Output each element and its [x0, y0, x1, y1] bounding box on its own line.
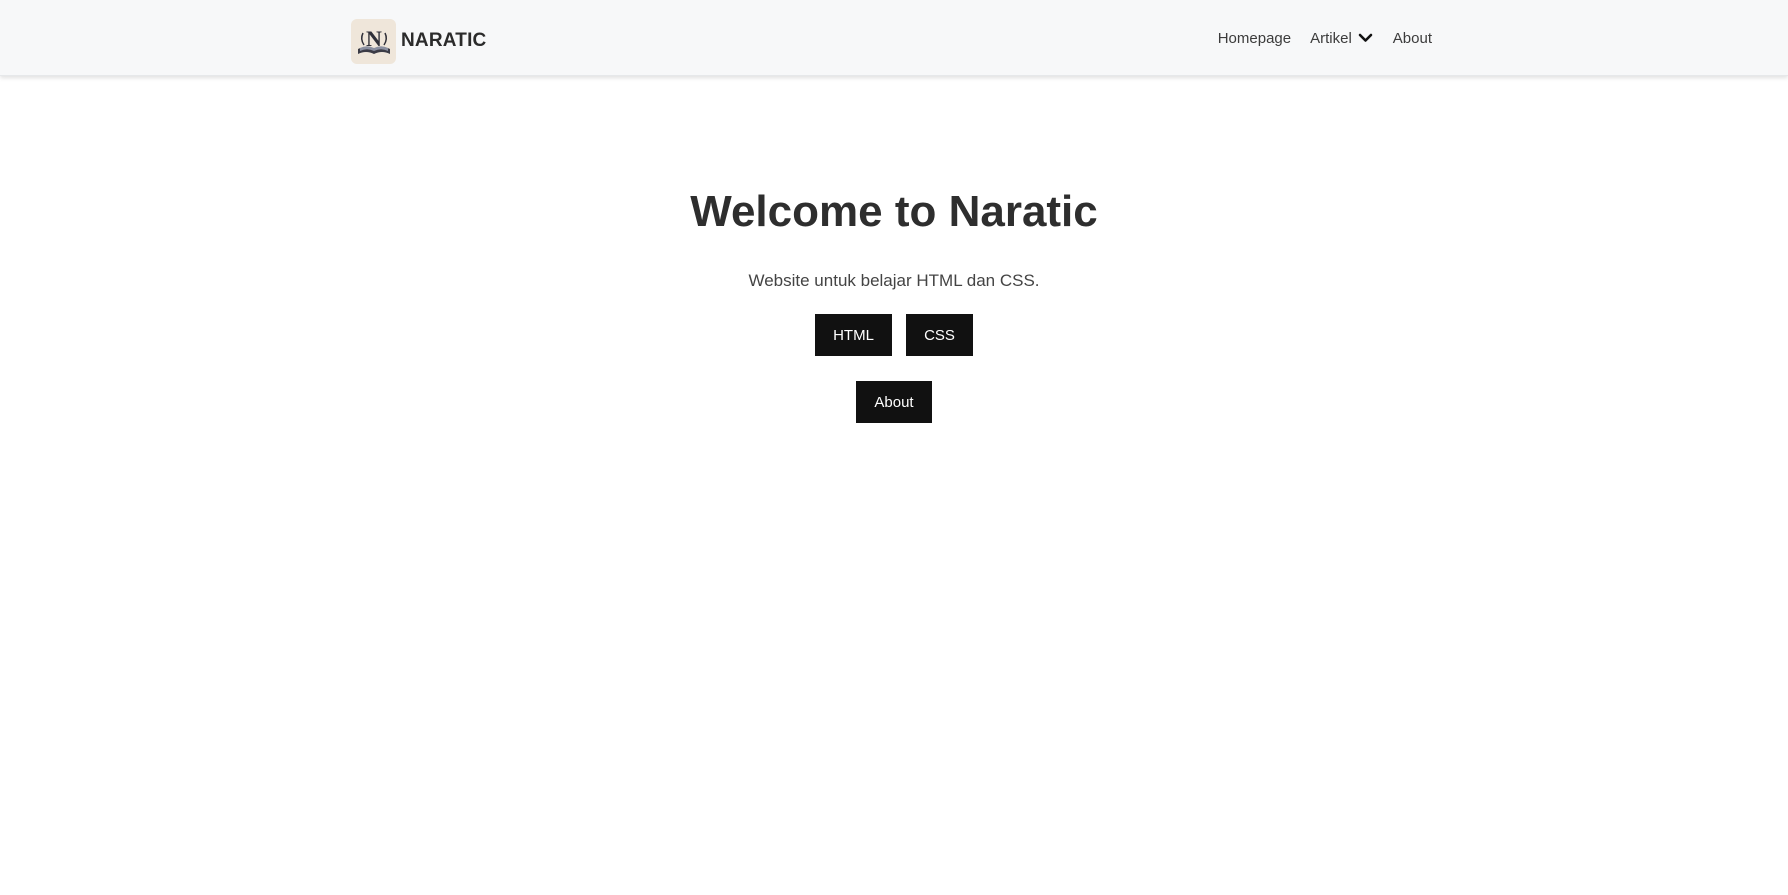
brand-name: NARATIC [401, 30, 487, 51]
naratic-logo-icon: N [351, 18, 396, 64]
html-button[interactable]: HTML [815, 314, 892, 356]
brand-link[interactable]: N NARATIC [351, 18, 486, 64]
hero-subtitle: Website untuk belajar HTML dan CSS. [748, 271, 1040, 290]
nav-about-link[interactable]: About [1393, 30, 1432, 47]
about-button-row: About [0, 381, 1788, 423]
nav-artikel-link[interactable]: Artikel [1310, 30, 1352, 47]
chevron-down-icon[interactable] [1358, 32, 1373, 44]
main-nav: Homepage Artikel About [1218, 0, 1432, 76]
nav-artikel-dropdown[interactable]: Artikel [1310, 30, 1373, 47]
css-button[interactable]: CSS [906, 314, 973, 356]
nav-homepage-link[interactable]: Homepage [1218, 30, 1291, 47]
hero-title: Welcome to Naratic [690, 187, 1098, 236]
svg-text:N: N [366, 26, 382, 51]
topic-button-row: HTML CSS [0, 314, 1788, 356]
about-button[interactable]: About [856, 381, 932, 423]
navbar: N NARATIC Homepage Artikel About [0, 0, 1788, 76]
